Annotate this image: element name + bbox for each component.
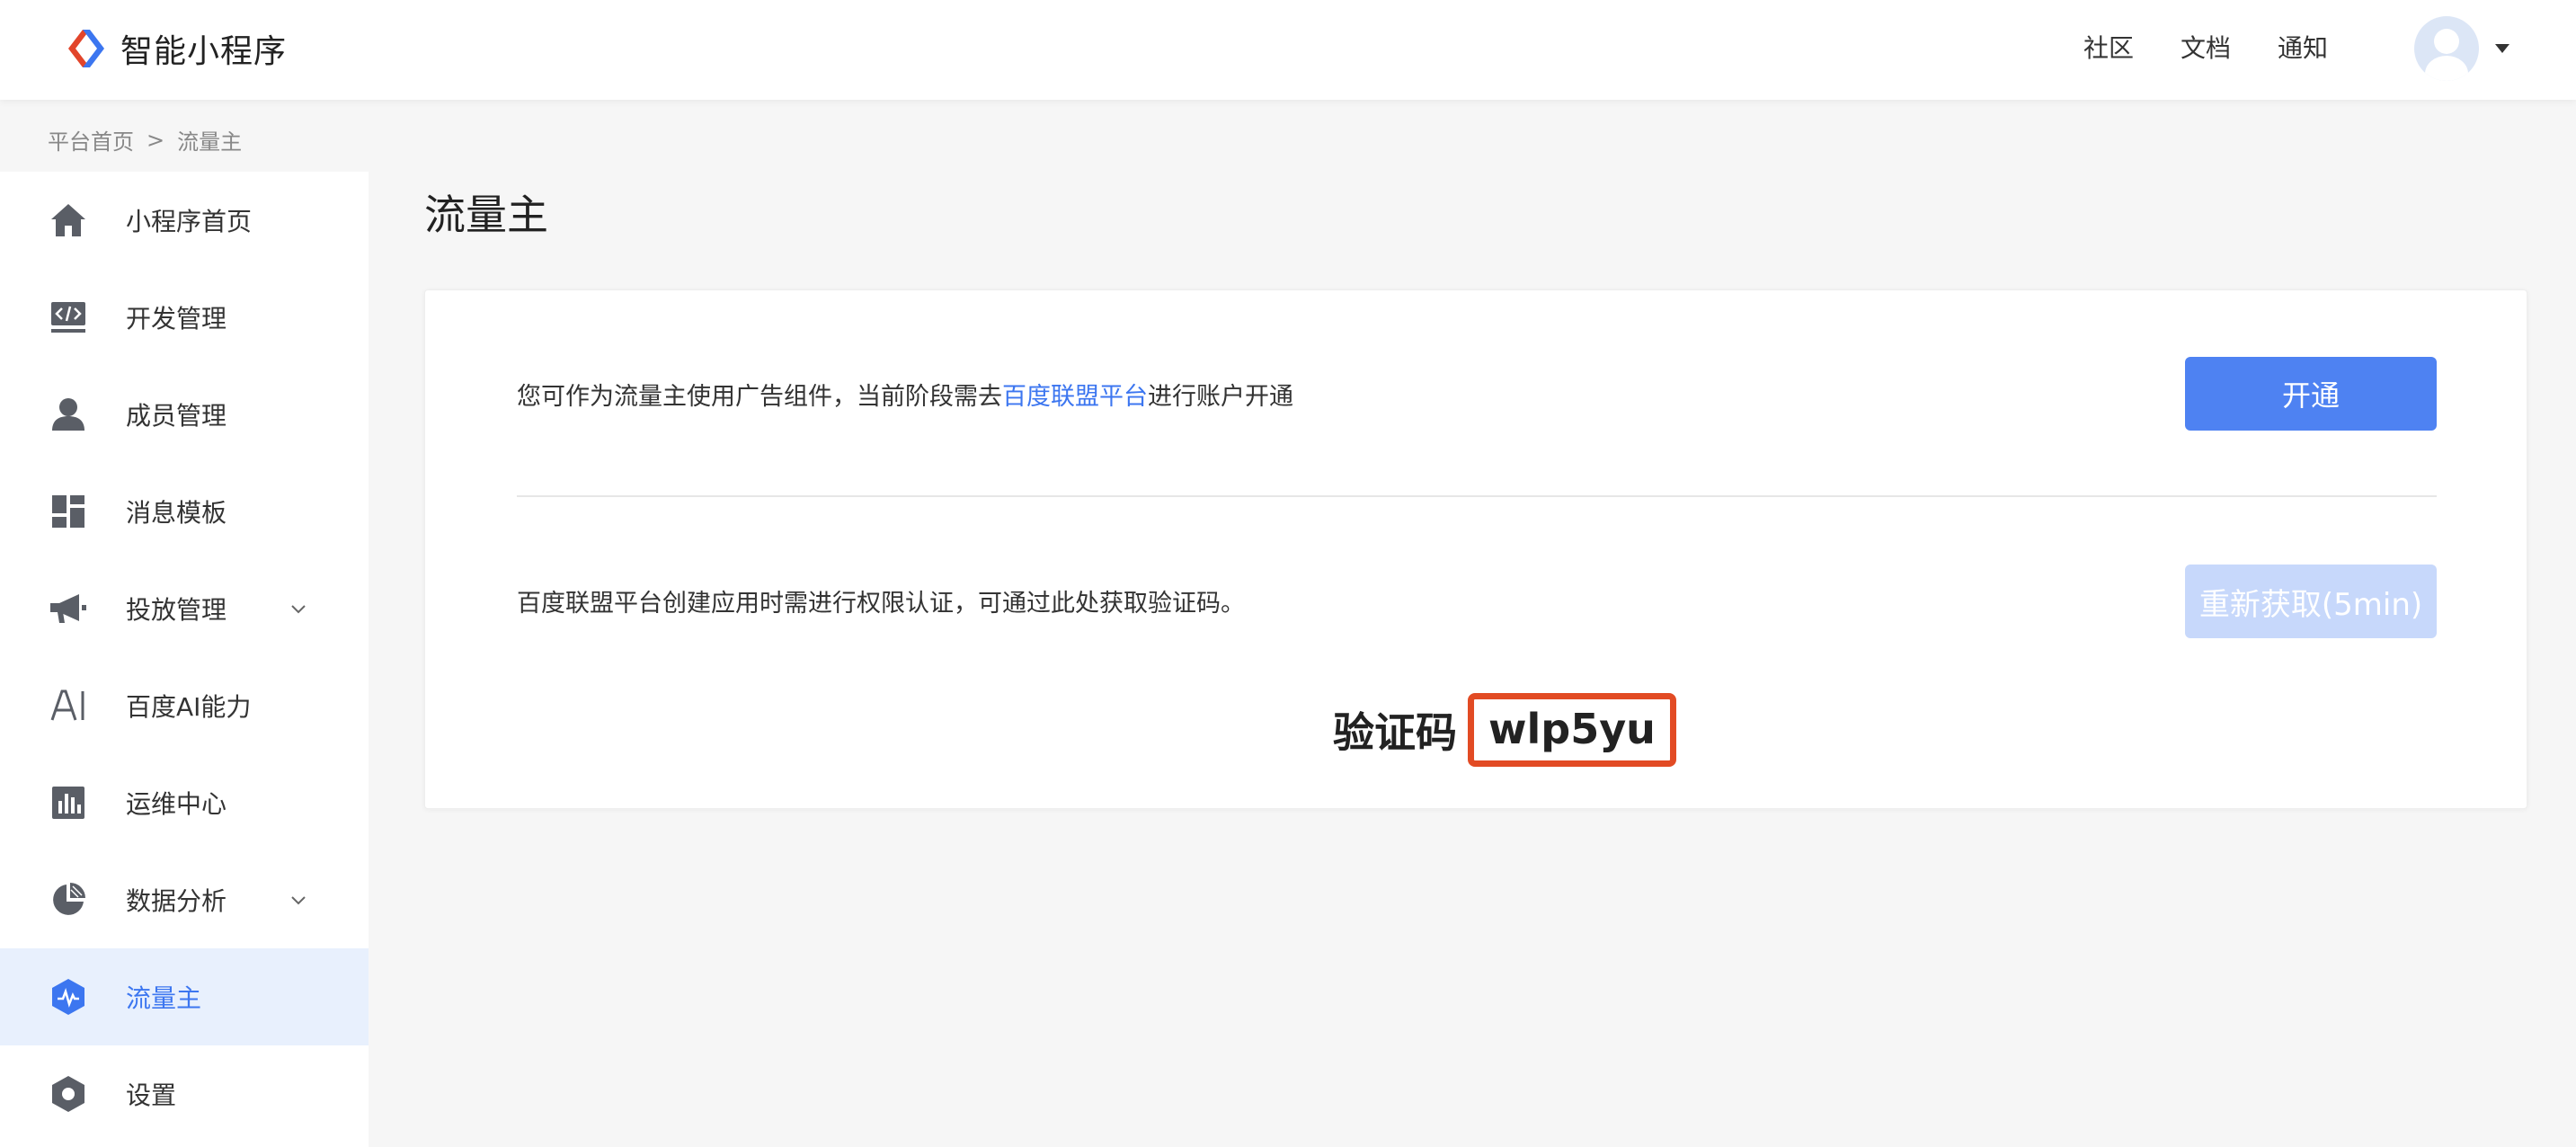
sidebar-item-ops[interactable]: 运维中心 xyxy=(0,754,369,851)
breadcrumb: 平台首页 > 流量主 xyxy=(48,124,242,156)
sidebar-item-label: 设置 xyxy=(126,1080,177,1110)
settings-icon xyxy=(49,1074,88,1114)
divider xyxy=(517,495,2437,497)
description-text: 进行账户开通 xyxy=(1148,383,1293,411)
nav-notifications-link[interactable]: 通知 xyxy=(2278,29,2328,65)
sidebar-item-label: 百度AI能力 xyxy=(126,692,252,722)
sidebar-item-traffic[interactable]: 流量主 xyxy=(0,948,369,1045)
open-button[interactable]: 开通 xyxy=(2185,357,2437,431)
code-icon xyxy=(49,298,88,337)
logo-icon xyxy=(68,30,104,67)
sidebar-item-label: 消息模板 xyxy=(126,498,227,528)
sidebar-item-settings[interactable]: 设置 xyxy=(0,1045,369,1143)
nav-docs-link[interactable]: 文档 xyxy=(2181,29,2231,65)
chevron-down-icon[interactable] xyxy=(289,600,307,618)
sidebar-item-dev[interactable]: 开发管理 xyxy=(0,269,369,366)
caret-down-icon[interactable] xyxy=(2495,44,2509,53)
sidebar-item-label: 小程序首页 xyxy=(126,207,253,236)
traffic-card: 您可作为流量主使用广告组件，当前阶段需去百度联盟平台进行账户开通 开通 百度联盟… xyxy=(424,289,2527,809)
sidebar: 小程序首页 开发管理 成员管理 消息模板 投放管理 百度AI能力 运维中心 数据… xyxy=(0,172,369,1147)
open-account-description: 您可作为流量主使用广告组件，当前阶段需去百度联盟平台进行账户开通 xyxy=(517,377,1293,412)
sidebar-item-members[interactable]: 成员管理 xyxy=(0,366,369,463)
avatar[interactable] xyxy=(2414,16,2479,81)
breadcrumb-home-link[interactable]: 平台首页 xyxy=(48,124,134,156)
verification-code-label: 验证码 xyxy=(1333,708,1457,757)
app-name: 智能小程序 xyxy=(120,33,288,70)
megaphone-icon xyxy=(49,589,88,628)
description-text: 您可作为流量主使用广告组件，当前阶段需去 xyxy=(517,383,1002,411)
ai-icon xyxy=(49,686,88,725)
page-title: 流量主 xyxy=(424,191,548,239)
verification-code-value: wlp5yu xyxy=(1468,693,1676,767)
user-menu[interactable] xyxy=(2414,16,2509,81)
sidebar-item-analytics[interactable]: 数据分析 xyxy=(0,851,369,948)
sidebar-item-ai[interactable]: 百度AI能力 xyxy=(0,657,369,754)
sidebar-item-ads[interactable]: 投放管理 xyxy=(0,560,369,657)
breadcrumb-separator: > xyxy=(147,127,165,153)
user-icon xyxy=(49,395,88,434)
sidebar-item-label: 开发管理 xyxy=(126,304,227,333)
breadcrumb-current: 流量主 xyxy=(177,129,243,155)
sidebar-item-label: 数据分析 xyxy=(126,886,227,916)
baidu-union-link[interactable]: 百度联盟平台 xyxy=(1002,383,1148,411)
sidebar-item-templates[interactable]: 消息模板 xyxy=(0,463,369,560)
verification-code-row: 验证码 wlp5yu xyxy=(1333,693,1676,767)
bar-chart-icon xyxy=(49,783,88,822)
template-icon xyxy=(49,492,88,531)
traffic-icon xyxy=(49,977,88,1017)
top-header: 智能小程序 社区 文档 通知 xyxy=(0,0,2576,100)
refresh-code-button[interactable]: 重新获取(5min) xyxy=(2185,565,2437,638)
pie-chart-icon xyxy=(49,880,88,920)
sidebar-item-home[interactable]: 小程序首页 xyxy=(0,172,369,269)
app-logo[interactable]: 智能小程序 xyxy=(63,25,287,72)
sidebar-item-label: 成员管理 xyxy=(126,401,227,431)
sidebar-item-label: 运维中心 xyxy=(126,789,227,819)
sidebar-item-label: 流量主 xyxy=(126,983,202,1013)
verification-description: 百度联盟平台创建应用时需进行权限认证，可通过此处获取验证码。 xyxy=(517,590,1245,618)
sidebar-item-label: 投放管理 xyxy=(126,595,227,625)
home-icon xyxy=(49,200,88,240)
nav-community-link[interactable]: 社区 xyxy=(2083,29,2134,65)
chevron-down-icon[interactable] xyxy=(289,891,307,909)
